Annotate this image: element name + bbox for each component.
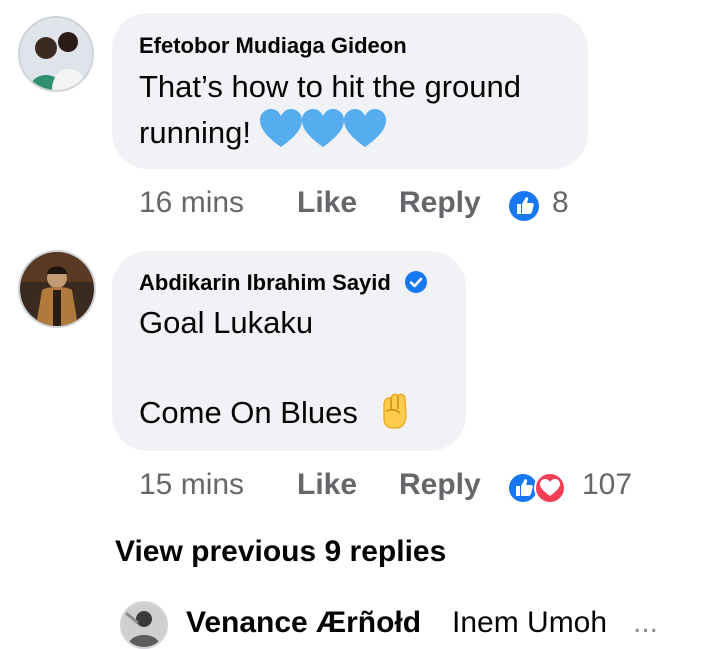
profile-photo-icon [122,603,166,647]
reaction-count[interactable]: 107 [582,468,632,502]
comment-text-line: That’s how to hit the ground [139,69,522,104]
reply-ellipsis: ... [633,606,659,639]
like-button[interactable]: Like [297,468,357,502]
reply-author-name[interactable]: Venance Ærñołd [186,606,421,640]
reply-button[interactable]: Reply [399,186,481,220]
blue-heart-icon [343,109,386,147]
author-name[interactable]: Abdikarin Ibrahim Sayid [139,270,427,296]
emoji-group [259,109,386,147]
raised-fist-icon [383,393,408,429]
like-reaction-icon [507,472,539,504]
timestamp[interactable]: 15 mins [139,468,244,502]
reply-preview-text: Inem Umoh [452,606,608,639]
profile-photo-icon [20,18,92,90]
comment-text-line: running! [139,109,386,155]
comment-text-line: Come On Blues [139,390,410,435]
author-name[interactable]: Efetobor Mudiaga Gideon [139,33,407,59]
blue-heart-icon [259,109,302,147]
like-button[interactable]: Like [297,186,357,220]
reaction-count[interactable]: 8 [552,186,569,220]
profile-photo-icon [20,252,94,326]
timestamp[interactable]: 16 mins [139,186,244,220]
avatar[interactable] [18,250,96,328]
comment-text-line: Goal Lukaku [139,305,314,340]
comment-text: running! [139,115,252,150]
blue-heart-icon [301,109,344,147]
love-reaction-icon [534,472,566,504]
avatar[interactable] [120,601,168,649]
like-reaction-icon[interactable] [508,190,540,222]
comment-text: Come On Blues [139,395,358,430]
reply-button[interactable]: Reply [399,468,481,502]
view-previous-replies-link[interactable]: View previous 9 replies [115,535,446,569]
author-name-text: Abdikarin Ibrahim Sayid [139,270,391,295]
avatar[interactable] [18,16,94,92]
reaction-icons[interactable] [506,471,568,505]
verified-badge-icon [404,271,427,293]
